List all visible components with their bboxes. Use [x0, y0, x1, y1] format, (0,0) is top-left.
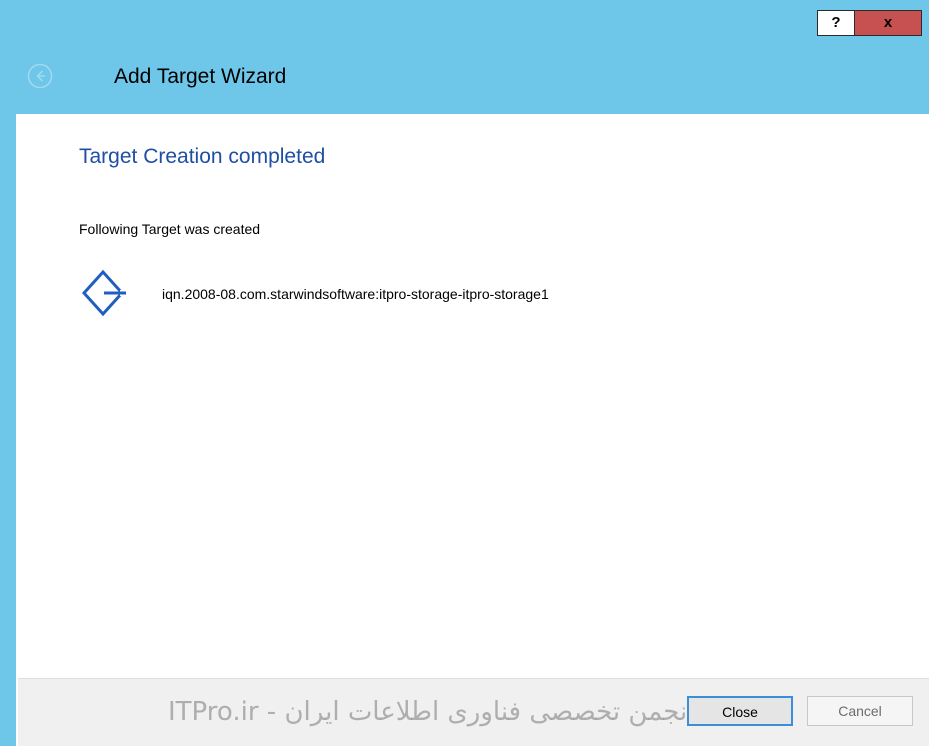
- window-left-border: [0, 0, 16, 746]
- page-heading: Target Creation completed: [79, 145, 326, 168]
- wizard-window: ? x Add Target Wizard Target Creation co…: [0, 0, 929, 746]
- watermark: ITPro.ir - انجمن تخصصی فناوری اطلاعات ای…: [168, 697, 695, 727]
- title-bar: [0, 0, 929, 114]
- back-arrow-icon: [27, 63, 53, 89]
- window-close-button[interactable]: x: [855, 10, 922, 36]
- target-iqn: iqn.2008-08.com.starwindsoftware:itpro-s…: [162, 286, 549, 302]
- info-text: Following Target was created: [79, 221, 261, 237]
- window-title: Add Target Wizard: [114, 65, 287, 88]
- target-diamond-icon: [78, 268, 128, 318]
- cancel-button[interactable]: Cancel: [807, 696, 913, 726]
- content-area: [18, 114, 929, 678]
- close-button[interactable]: Close: [687, 696, 793, 726]
- help-button[interactable]: ?: [817, 10, 855, 36]
- back-button[interactable]: [27, 63, 53, 89]
